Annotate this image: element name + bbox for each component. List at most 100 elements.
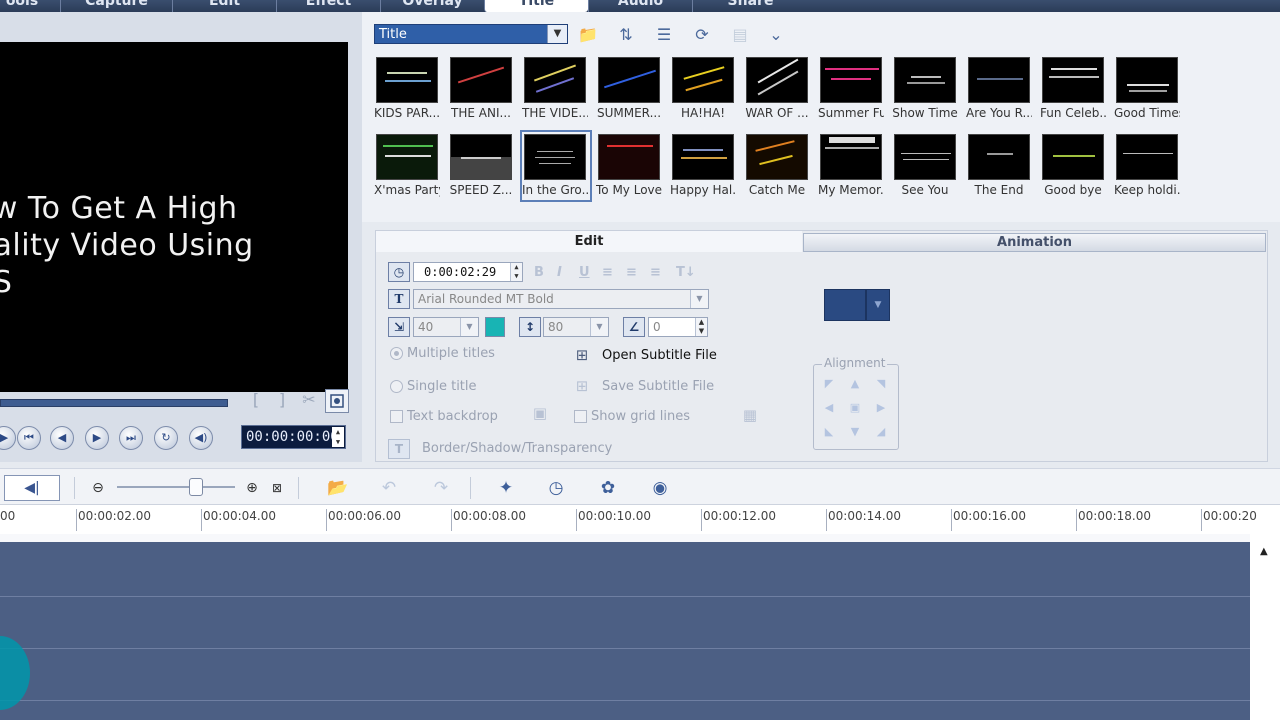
title-template[interactable]: WAR OF ... [745, 57, 810, 121]
align-left-icon[interactable]: ≡ [602, 265, 613, 280]
bold-icon[interactable]: B [534, 265, 544, 280]
undo-icon[interactable]: ↶ [375, 475, 403, 501]
preview-screen[interactable]: ow To Get A High uality Video Using YS [0, 42, 348, 392]
timeline-ruler[interactable]: 00 00:00:02.00 00:00:04.00 00:00:06.00 0… [0, 504, 1280, 534]
expand-icon[interactable]: ⌄ [764, 23, 788, 47]
next-frame-button[interactable]: ⏭ [119, 426, 143, 450]
title-template[interactable]: Good Times [1114, 57, 1180, 121]
zoom-slider-thumb[interactable] [189, 478, 203, 496]
border-shadow-icon[interactable]: T [388, 439, 410, 459]
tab-audio[interactable]: Audio [588, 0, 692, 12]
align-right-icon[interactable]: ▶ [874, 401, 888, 415]
duration-spinner[interactable]: ▲ ▼ [510, 263, 522, 281]
volume-button[interactable]: ◀) [189, 426, 213, 450]
audio-view-button[interactable]: ◀| [4, 475, 60, 501]
folder-icon[interactable]: 📁 [576, 23, 600, 47]
play-button[interactable]: ▶ [85, 426, 109, 450]
save-subtitle-icon[interactable]: ⊞ [568, 376, 596, 396]
multiple-titles-radio[interactable] [390, 347, 403, 360]
align-top-right-icon[interactable]: ◥ [874, 377, 888, 391]
title-template[interactable]: Good bye [1042, 134, 1106, 198]
tab-title[interactable]: Title [484, 0, 588, 12]
text-backdrop-checkbox[interactable] [390, 410, 403, 423]
align-center-icon[interactable]: ▣ [848, 401, 862, 415]
grid-settings-icon[interactable]: ▦ [736, 405, 764, 425]
timeline-vertical-scrollbar[interactable]: ▲ [1250, 534, 1280, 720]
duration-field[interactable]: 0:00:02:29 ▲ ▼ [413, 262, 523, 282]
movie-wizard-icon[interactable]: ✿ [594, 475, 622, 501]
preview-timecode[interactable]: 00:00:00:00 ▲ ▼ [241, 425, 346, 449]
underline-icon[interactable]: U [579, 265, 590, 280]
go-start-button[interactable]: ⏮ [17, 426, 41, 450]
sort-icon[interactable]: ⇅ [614, 23, 638, 47]
chevron-down-icon[interactable]: ▼ [866, 289, 890, 321]
align-top-left-icon[interactable]: ◤ [822, 377, 836, 391]
italic-icon[interactable]: I [557, 265, 562, 280]
chevron-down-icon[interactable]: ▼ [590, 318, 608, 336]
title-template[interactable]: Summer Fun [818, 57, 884, 121]
mark-in-icon[interactable]: [ [245, 389, 267, 413]
font-size-select[interactable]: 40 ▼ [413, 317, 479, 337]
title-template[interactable]: Show Time [892, 57, 958, 121]
backdrop-settings-icon[interactable]: ▣ [526, 403, 554, 423]
title-template-selected[interactable]: In the Gro... [520, 130, 592, 202]
angle-field[interactable]: 0 ▲ ▼ [648, 317, 708, 337]
scissors-icon[interactable]: ✂ [298, 389, 320, 413]
smart-proxy-icon[interactable]: ✦ [492, 475, 520, 501]
title-template[interactable]: SPEED Z... [450, 134, 514, 198]
chevron-down-icon[interactable]: ▼ [460, 318, 478, 336]
chevron-down-icon[interactable]: ▼ [690, 290, 708, 308]
line-spacing-select[interactable]: 80 ▼ [543, 317, 609, 337]
mark-out-icon[interactable]: ] [271, 389, 293, 413]
redo-icon[interactable]: ↷ [427, 475, 455, 501]
chevron-down-icon[interactable]: ▼ [547, 25, 567, 43]
align-bottom-icon[interactable]: ▼ [848, 425, 862, 439]
align-right-icon[interactable]: ≡ [650, 265, 661, 280]
scroll-up-icon[interactable]: ▲ [1260, 546, 1268, 557]
insert-media-icon[interactable]: 📂 [324, 475, 352, 501]
snapshot-button[interactable] [325, 389, 349, 413]
single-title-radio[interactable] [390, 380, 403, 393]
font-color-swatch[interactable] [485, 317, 505, 337]
title-template[interactable]: HA!HA! [672, 57, 736, 121]
title-template[interactable]: To My Love [596, 134, 662, 198]
align-top-icon[interactable]: ▲ [848, 377, 862, 391]
open-subtitle-icon[interactable]: ⊞ [568, 345, 596, 365]
save-subtitle-button[interactable]: Save Subtitle File [602, 379, 714, 394]
tab-tools[interactable]: ools [0, 0, 52, 12]
title-template[interactable]: The End [968, 134, 1032, 198]
prev-frame-button[interactable]: ◀ [50, 426, 74, 450]
align-center-icon[interactable]: ≡ [626, 265, 637, 280]
title-template[interactable]: X'mas Party [374, 134, 440, 198]
align-bottom-right-icon[interactable]: ◢ [874, 425, 888, 439]
library-category-select[interactable]: Title ▼ [374, 24, 568, 44]
title-template[interactable]: My Memor... [818, 134, 884, 198]
tab-capture[interactable]: Capture [60, 0, 172, 12]
refresh-icon[interactable]: ⟳ [690, 23, 714, 47]
font-select[interactable]: Arial Rounded MT Bold ▼ [413, 289, 709, 309]
angle-spinner[interactable]: ▲ ▼ [695, 318, 707, 336]
tab-effect[interactable]: Effect [276, 0, 380, 12]
title-template[interactable]: See You [894, 134, 958, 198]
border-shadow-label[interactable]: Border/Shadow/Transparency [422, 441, 612, 456]
title-template[interactable]: SUMMER... [597, 57, 662, 121]
vertical-text-icon[interactable]: T↓ [676, 265, 696, 280]
title-template[interactable]: THE ANI... [450, 57, 514, 121]
title-template[interactable]: Happy Hal... [670, 134, 736, 198]
timeline-tracks[interactable] [0, 534, 1250, 720]
zoom-slider[interactable] [117, 486, 235, 488]
show-grid-lines-checkbox[interactable] [574, 410, 587, 423]
title-template[interactable]: Are You R... [966, 57, 1032, 121]
zoom-in-icon[interactable]: ⊕ [238, 475, 266, 501]
open-subtitle-button[interactable]: Open Subtitle File [602, 348, 717, 363]
title-template[interactable]: Catch Me [746, 134, 810, 198]
list-view-icon[interactable]: ☰ [652, 23, 676, 47]
tab-options-animation[interactable]: Animation [803, 233, 1266, 252]
timecode-spinner[interactable]: ▲ ▼ [332, 427, 344, 447]
zoom-out-icon[interactable]: ⊖ [84, 475, 112, 501]
tab-overlay[interactable]: Overlay [380, 0, 484, 12]
timer-icon[interactable]: ◷ [542, 475, 570, 501]
preview-title-text[interactable]: ow To Get A High uality Video Using YS [0, 190, 254, 301]
align-bottom-left-icon[interactable]: ◣ [822, 425, 836, 439]
preview-scrubber[interactable] [0, 399, 228, 407]
